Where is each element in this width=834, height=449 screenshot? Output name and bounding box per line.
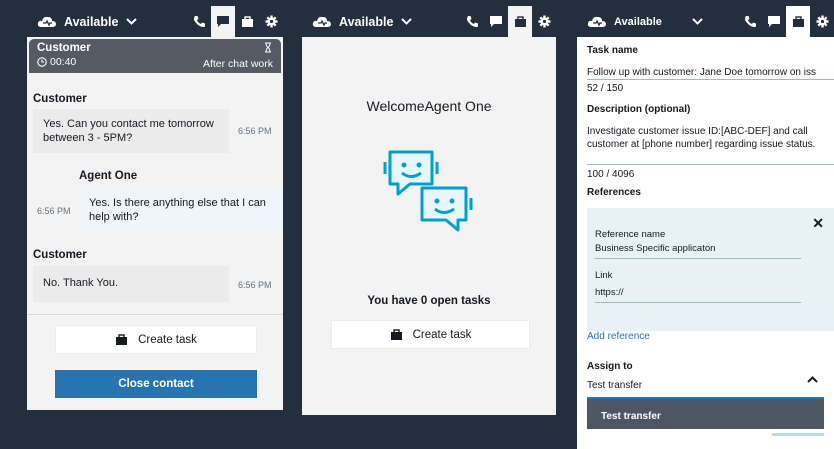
hourglass-icon — [265, 42, 271, 53]
chat-icon — [490, 16, 502, 27]
close-icon[interactable]: ✕ — [812, 215, 824, 232]
dropdown-scrollbar[interactable] — [772, 433, 824, 436]
tab-chat[interactable] — [762, 6, 786, 37]
assign-to-label: Assign to — [587, 361, 633, 372]
tab-chat[interactable] — [211, 6, 235, 37]
clock-icon — [37, 57, 47, 67]
status-label: Available — [64, 14, 119, 29]
link-underline — [595, 302, 801, 303]
tasks-panel: Available WelcomeAgent One You have 0 op… — [302, 6, 556, 415]
task-name-label: Task name — [587, 45, 638, 56]
status-label: Available — [339, 14, 394, 29]
briefcase-icon — [241, 15, 253, 27]
welcome-message: WelcomeAgent One — [366, 98, 492, 114]
gear-icon — [816, 15, 828, 28]
add-reference-link[interactable]: Add reference — [587, 331, 650, 342]
agent-message-bubble: Yes. Is there anything else that I can h… — [79, 188, 283, 232]
chevron-down-icon — [401, 18, 413, 25]
message-sender: Agent One — [79, 170, 138, 182]
link-label: Link — [595, 270, 613, 281]
open-tasks-suffix: open tasks — [427, 295, 491, 307]
tab-settings[interactable] — [259, 6, 283, 37]
ccp-topbar: Available — [577, 6, 834, 37]
gear-icon — [265, 15, 277, 28]
assign-option[interactable]: Test transfer — [587, 397, 824, 429]
tab-tasks[interactable] — [508, 6, 532, 37]
description-label: Description (optional) — [587, 104, 691, 115]
link-input[interactable]: https:// — [595, 287, 624, 298]
customer-message-bubble: Yes. Can you contact me tomorrow between… — [33, 109, 229, 153]
timer-value: 00:40 — [50, 56, 77, 68]
reference-name-underline — [595, 258, 801, 259]
tab-chat[interactable] — [484, 6, 508, 37]
cloud-status-icon — [312, 16, 331, 27]
ccp-topbar: Available — [27, 6, 283, 37]
assign-to-select[interactable]: Test transfer — [587, 379, 642, 392]
message-sender: Customer — [33, 249, 87, 261]
task-name-char-count: 52 / 150 — [587, 83, 624, 94]
message-sender: Customer — [33, 93, 87, 105]
contact-name: Customer — [37, 42, 91, 54]
chat-icon — [217, 16, 229, 27]
contact-state: After chat work — [202, 58, 273, 70]
description-char-count: 100 / 4096 — [587, 169, 635, 180]
briefcase-icon — [514, 15, 526, 27]
task-name-input[interactable]: Follow up with customer: Jane Doe tomorr… — [587, 66, 834, 79]
references-label: References — [587, 187, 641, 198]
close-contact-button[interactable]: Close contact — [55, 370, 257, 398]
gear-icon — [538, 15, 550, 28]
tab-tasks[interactable] — [235, 6, 259, 37]
create-task-label: Create task — [138, 333, 197, 346]
open-tasks-prefix: You have — [367, 295, 421, 307]
reference-card: ✕ Reference name Business Specific appli… — [587, 208, 834, 331]
status-label: Available — [614, 15, 662, 28]
reference-name-input[interactable]: Business Specific applicaton — [595, 243, 715, 254]
tab-phone[interactable] — [738, 6, 762, 37]
contact-panel: Available Customer 00:40 After chat work — [27, 6, 283, 410]
tab-phone[interactable] — [187, 6, 211, 37]
phone-icon — [744, 16, 756, 27]
tab-settings[interactable] — [810, 6, 834, 37]
contact-header[interactable]: Customer 00:40 After chat work — [29, 39, 281, 73]
agent-status-dropdown[interactable]: Available — [302, 6, 419, 37]
divider — [27, 314, 283, 315]
create-task-form-panel: Available Task name Follow up with custo… — [577, 6, 834, 449]
message-time: 6:56 PM — [238, 280, 272, 290]
tab-phone[interactable] — [460, 6, 484, 37]
ccp-topbar: Available — [302, 6, 556, 37]
chatbot-illustration-icon — [383, 150, 473, 232]
cloud-status-icon — [37, 16, 56, 27]
description-textarea[interactable]: Investigate customer issue ID:[ABC-DEF] … — [587, 125, 827, 151]
reference-name-label: Reference name — [595, 229, 666, 240]
agent-status-dropdown[interactable]: Available — [27, 6, 144, 37]
message-time: 6:56 PM — [238, 126, 272, 136]
chevron-up-icon[interactable] — [807, 376, 818, 383]
message-time: 6:56 PM — [37, 206, 71, 216]
agent-status-dropdown[interactable]: Available — [577, 6, 710, 37]
create-task-button[interactable]: Create task — [55, 325, 257, 354]
create-task-label: Create task — [412, 328, 472, 341]
create-task-button[interactable]: Create task — [331, 320, 530, 349]
tab-tasks[interactable] — [786, 6, 810, 37]
open-tasks-text: You have 0 open tasks — [302, 295, 556, 307]
chevron-down-icon — [126, 18, 138, 25]
briefcase-icon — [390, 328, 402, 340]
phone-icon — [193, 16, 205, 27]
briefcase-icon — [792, 15, 804, 27]
briefcase-icon — [116, 333, 128, 345]
task-name-underline — [587, 79, 834, 80]
description-underline — [587, 164, 834, 165]
chevron-down-icon — [692, 18, 703, 25]
phone-icon — [466, 16, 478, 27]
cloud-status-icon — [587, 16, 606, 27]
tab-settings[interactable] — [532, 6, 556, 37]
chat-icon — [768, 16, 780, 27]
customer-message-bubble: No. Thank You. — [33, 266, 229, 302]
